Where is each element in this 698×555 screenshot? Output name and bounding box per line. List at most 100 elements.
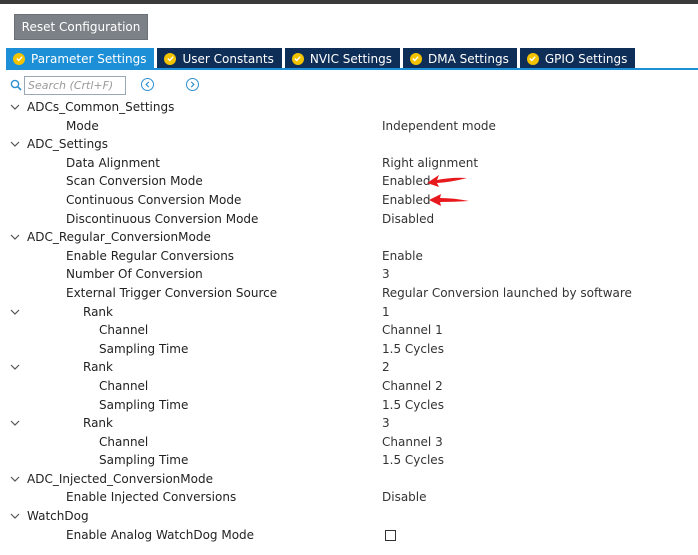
param-value[interactable]: Disabled xyxy=(382,210,434,229)
param-label: Number Of Conversion xyxy=(66,267,203,282)
reset-configuration-button[interactable]: Reset Configuration xyxy=(14,14,148,40)
tree-group-adc-injected-conversion-mode[interactable]: ADC_Injected_ConversionMode xyxy=(0,470,698,489)
param-value[interactable]: Right alignment xyxy=(382,154,478,173)
tab-nvic-settings[interactable]: NVIC Settings xyxy=(284,48,400,69)
param-value[interactable]: Independent mode xyxy=(382,117,496,136)
chevron-down-icon[interactable] xyxy=(10,140,20,148)
tab-gpio-settings[interactable]: GPIO Settings xyxy=(519,48,636,69)
tree-row-channel[interactable]: Channel Channel 2 xyxy=(0,377,698,396)
param-label: Enable Regular Conversions xyxy=(66,248,235,263)
settings-tabs: Parameter Settings User Constants NVIC S… xyxy=(6,48,638,69)
param-label: Enable Analog WatchDog Mode xyxy=(66,527,255,542)
chevron-down-icon[interactable] xyxy=(10,475,20,483)
param-label: Scan Conversion Mode xyxy=(66,174,203,189)
tab-label: NVIC Settings xyxy=(309,51,392,66)
tree-row-enable-analog-watchdog-mode[interactable]: Enable Analog WatchDog Mode xyxy=(0,526,698,545)
param-value[interactable]: Enable xyxy=(382,247,423,266)
check-circle-icon xyxy=(409,52,422,65)
tree-row-enable-injected-conversions[interactable]: Enable Injected Conversions Disable xyxy=(0,488,698,507)
chevron-down-icon[interactable] xyxy=(10,308,20,316)
param-value[interactable]: Enabled xyxy=(382,191,431,210)
param-label: Data Alignment xyxy=(66,155,160,170)
param-label: Sampling Time xyxy=(99,341,189,356)
red-arrow-annotation-icon xyxy=(427,175,467,188)
check-circle-icon xyxy=(13,52,25,65)
tree-group-rank[interactable]: Rank 3 xyxy=(0,414,698,433)
group-label: ADC_Injected_ConversionMode xyxy=(27,471,213,486)
tree-row-scan-conversion-mode[interactable]: Scan Conversion Mode Enabled xyxy=(0,172,698,191)
parameter-tree: ADCs_Common_Settings Mode Independent mo… xyxy=(0,98,698,544)
tab-user-constants[interactable]: User Constants xyxy=(157,48,282,69)
tree-row-number-of-conversion[interactable]: Number Of Conversion 3 xyxy=(0,265,698,284)
search-bar xyxy=(10,75,126,95)
tree-row-channel[interactable]: Channel Channel 1 xyxy=(0,321,698,340)
tree-group-rank[interactable]: Rank 1 xyxy=(0,303,698,322)
tree-row-enable-regular-conversions[interactable]: Enable Regular Conversions Enable xyxy=(0,247,698,266)
param-label: Discontinuous Conversion Mode xyxy=(66,211,259,226)
chevron-down-icon[interactable] xyxy=(10,363,20,371)
param-label: Mode xyxy=(66,118,99,133)
tab-dma-settings[interactable]: DMA Settings xyxy=(402,48,517,69)
tree-group-watchdog[interactable]: WatchDog xyxy=(0,507,698,526)
param-label: Rank xyxy=(83,304,113,319)
chevron-right-icon xyxy=(190,81,195,88)
tab-parameter-settings[interactable]: Parameter Settings xyxy=(6,48,155,69)
search-icon[interactable] xyxy=(10,79,22,91)
param-value[interactable]: Regular Conversion launched by software xyxy=(382,284,632,303)
param-label: Sampling Time xyxy=(99,453,189,468)
tree-row-external-trigger-source[interactable]: External Trigger Conversion Source Regul… xyxy=(0,284,698,303)
param-value[interactable]: 3 xyxy=(382,414,390,433)
tree-group-adc-regular-conversion-mode[interactable]: ADC_Regular_ConversionMode xyxy=(0,228,698,247)
tab-underline xyxy=(6,68,698,70)
tree-group-adc-settings[interactable]: ADC_Settings xyxy=(0,135,698,154)
chevron-down-icon[interactable] xyxy=(10,233,20,241)
tree-row-sampling-time[interactable]: Sampling Time 1.5 Cycles xyxy=(0,340,698,359)
param-value[interactable]: Channel 1 xyxy=(382,321,443,340)
param-label: Continuous Conversion Mode xyxy=(66,192,242,207)
group-label: WatchDog xyxy=(27,509,89,524)
group-label: ADC_Settings xyxy=(27,137,109,152)
param-label: External Trigger Conversion Source xyxy=(66,285,278,300)
tree-row-continuous-conversion-mode[interactable]: Continuous Conversion Mode Enabled xyxy=(0,191,698,210)
analog-watchdog-checkbox[interactable] xyxy=(385,529,396,541)
param-value[interactable]: 1.5 Cycles xyxy=(382,451,444,470)
chevron-down-icon[interactable] xyxy=(10,419,20,427)
tree-row-discontinuous-conversion-mode[interactable]: Discontinuous Conversion Mode Disabled xyxy=(0,210,698,229)
tab-label: User Constants xyxy=(182,51,274,66)
param-value[interactable]: Channel 2 xyxy=(382,377,443,396)
param-label: Sampling Time xyxy=(99,397,189,412)
param-label: Channel xyxy=(99,434,149,449)
tab-label: DMA Settings xyxy=(427,51,509,66)
chevron-down-icon[interactable] xyxy=(10,103,20,111)
group-label: ADCs_Common_Settings xyxy=(27,100,175,114)
check-circle-icon xyxy=(291,52,304,65)
tree-row-mode[interactable]: Mode Independent mode xyxy=(0,117,698,136)
param-label: Rank xyxy=(83,416,113,431)
group-label: ADC_Regular_ConversionMode xyxy=(27,230,211,245)
tree-group-adcs-common-settings[interactable]: ADCs_Common_Settings xyxy=(0,98,698,117)
param-value[interactable]: 2 xyxy=(382,358,390,377)
param-value[interactable]: Channel 3 xyxy=(382,433,443,452)
red-arrow-annotation-icon xyxy=(429,193,469,206)
param-label: Channel xyxy=(99,378,149,393)
param-label: Enable Injected Conversions xyxy=(66,490,237,505)
chevron-down-icon[interactable] xyxy=(10,512,20,520)
search-next-button[interactable] xyxy=(186,78,199,91)
param-value[interactable]: 1.5 Cycles xyxy=(382,340,444,359)
search-input[interactable] xyxy=(24,75,126,95)
search-previous-button[interactable] xyxy=(141,78,154,91)
tree-row-data-alignment[interactable]: Data Alignment Right alignment xyxy=(0,154,698,173)
param-value[interactable]: Disable xyxy=(382,488,427,507)
tab-label: GPIO Settings xyxy=(544,51,628,66)
tree-row-sampling-time[interactable]: Sampling Time 1.5 Cycles xyxy=(0,396,698,415)
param-value[interactable]: 1.5 Cycles xyxy=(382,396,444,415)
tree-row-channel[interactable]: Channel Channel 3 xyxy=(0,433,698,452)
check-circle-icon xyxy=(164,52,177,65)
param-value[interactable]: 1 xyxy=(382,303,390,322)
tree-row-sampling-time[interactable]: Sampling Time 1.5 Cycles xyxy=(0,451,698,470)
param-value[interactable]: Enabled xyxy=(382,172,431,191)
param-label: Channel xyxy=(99,323,149,338)
chevron-left-icon xyxy=(145,81,150,88)
param-value[interactable]: 3 xyxy=(382,265,390,284)
tree-group-rank[interactable]: Rank 2 xyxy=(0,358,698,377)
